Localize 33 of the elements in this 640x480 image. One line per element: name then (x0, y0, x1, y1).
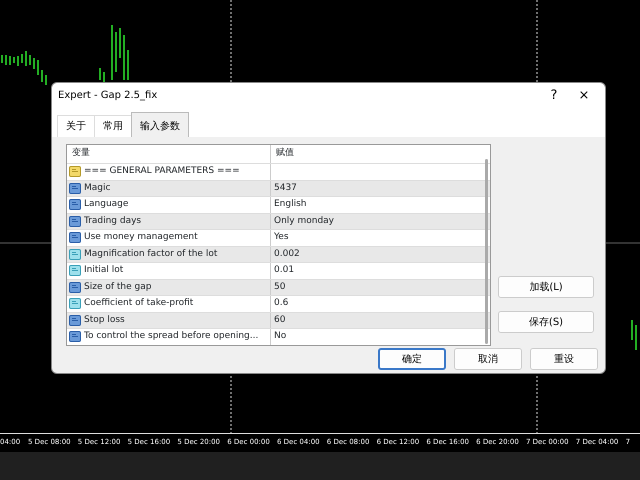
variable-name: Magic (84, 182, 110, 194)
variable-name: Coefficient of take-profit (84, 297, 194, 310)
side-button[interactable]: 加载(L) (498, 276, 594, 298)
dialog-button[interactable]: 确定 (378, 348, 446, 370)
parameter-value[interactable]: Only monday (274, 216, 334, 226)
side-button[interactable]: 保存(S) (498, 311, 594, 333)
parameter-value[interactable]: 0.002 (274, 248, 300, 258)
variable-name: Trading days (84, 214, 142, 228)
window-title: Expert - Gap 2.5_fix (58, 88, 158, 102)
parameter-value[interactable]: 60 (274, 314, 286, 324)
variable-name: Size of the gap (84, 280, 152, 294)
variable-name: Use money management (84, 231, 198, 244)
parameter-value[interactable]: Yes (274, 232, 289, 242)
dialog-button[interactable]: 重设 (530, 348, 598, 370)
parameter-value[interactable]: 0.6 (274, 298, 288, 308)
dialog-button[interactable]: 取消 (454, 348, 522, 370)
tab[interactable]: 关于 (57, 115, 95, 137)
variable-name: Initial lot (84, 264, 124, 277)
column-header[interactable]: 赋值 (276, 148, 294, 158)
parameter-value[interactable]: English (274, 199, 306, 209)
tab[interactable]: 输入参数 (131, 112, 189, 137)
variable-name: To control the spread before opening... (84, 330, 258, 343)
parameter-value[interactable]: 50 (274, 282, 286, 292)
variable-name: Language (84, 198, 128, 211)
column-header[interactable]: 变量 (72, 147, 90, 161)
parameter-value[interactable]: 0.01 (274, 265, 294, 275)
parameter-value[interactable]: 5437 (274, 182, 297, 192)
parameter-value[interactable]: No (274, 331, 286, 341)
variable-name: Magnification factor of the lot (84, 248, 218, 260)
variable-name: === GENERAL PARAMETERS === (84, 165, 240, 178)
close-button[interactable]: × (569, 88, 599, 102)
help-button[interactable]: ? (539, 88, 569, 102)
variable-name: Stop loss (84, 314, 125, 326)
